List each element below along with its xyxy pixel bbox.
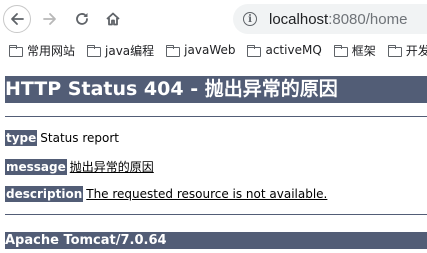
info-icon[interactable]: i (243, 12, 257, 26)
bookmark-folder[interactable]: java编程 (87, 42, 154, 59)
type-row: type Status report (5, 130, 119, 146)
page-title: HTTP Status 404 - 抛出异常的原因 (5, 76, 427, 103)
folder-icon (166, 44, 181, 57)
bookmark-label: 开发 (405, 43, 427, 58)
divider (5, 116, 427, 117)
url-text[interactable]: localhost:8080/home (269, 11, 407, 28)
reload-button[interactable] (68, 5, 96, 33)
description-label: description (5, 186, 84, 202)
message-value: 抛出异常的原因 (69, 160, 154, 174)
forward-button[interactable] (36, 5, 64, 33)
back-button[interactable] (3, 5, 31, 33)
bookmark-label: activeMQ (265, 43, 322, 57)
browser-chrome: i localhost:8080/home 常用网站 java编程 javaWe… (0, 0, 427, 62)
bookmark-folder[interactable]: javaWeb (166, 43, 235, 57)
bookmark-label: 常用网站 (27, 43, 76, 58)
bookmark-folder[interactable]: 开发 (387, 42, 427, 59)
description-row: description The requested resource is no… (5, 186, 327, 202)
url-host: localhost (269, 10, 329, 28)
type-label: type (5, 130, 38, 146)
bookmark-label: java编程 (105, 43, 155, 58)
folder-icon (333, 44, 348, 57)
bookmark-label: javaWeb (184, 43, 236, 57)
home-icon (106, 12, 120, 26)
folder-icon (387, 44, 402, 57)
folder-icon (87, 44, 102, 57)
divider (5, 214, 427, 215)
arrow-left-icon (11, 13, 24, 25)
description-value: The requested resource is not available. (86, 187, 328, 201)
folder-icon (9, 44, 23, 57)
bookmark-folder[interactable]: 框架 (333, 42, 376, 59)
bookmarks-bar: 常用网站 java编程 javaWeb activeMQ 框架 开发 (0, 38, 427, 62)
bookmark-label: 框架 (351, 43, 376, 58)
address-bar[interactable]: i localhost:8080/home (233, 4, 427, 34)
folder-icon (247, 44, 262, 57)
type-value: Status report (40, 131, 119, 145)
message-row: message 抛出异常的原因 (5, 158, 154, 175)
arrow-right-icon (43, 13, 56, 25)
bookmark-folder[interactable]: activeMQ (247, 43, 322, 57)
server-footer: Apache Tomcat/7.0.64 (5, 232, 427, 249)
message-label: message (5, 158, 67, 175)
url-path: :8080/home (328, 10, 408, 28)
bookmark-folder[interactable]: 常用网站 (9, 42, 75, 59)
reload-icon (76, 13, 88, 25)
home-button[interactable] (99, 5, 127, 33)
